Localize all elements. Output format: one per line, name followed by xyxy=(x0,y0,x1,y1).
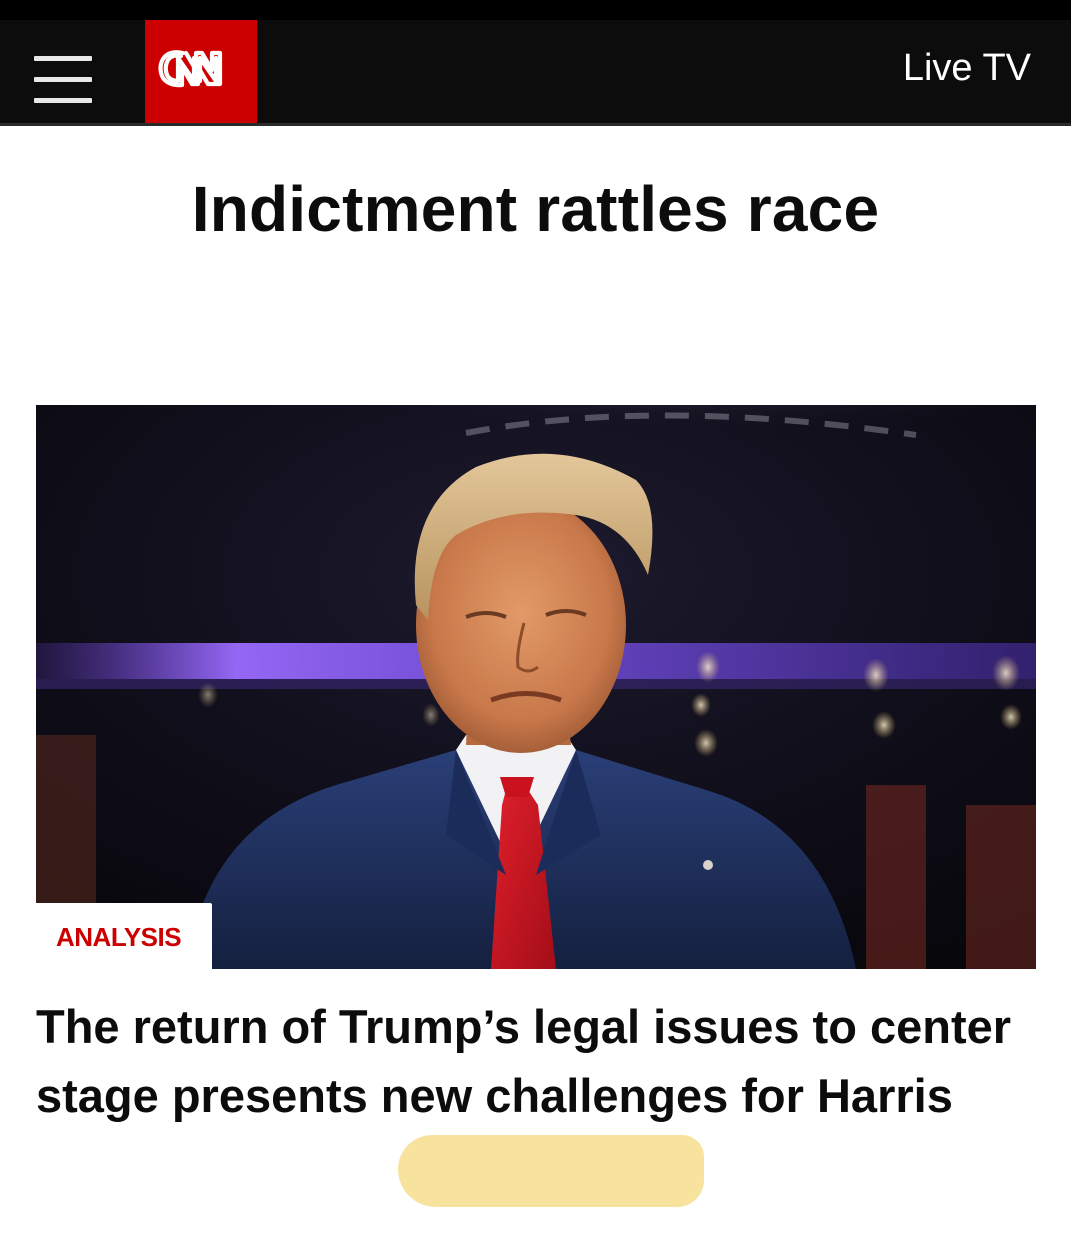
hamburger-menu-icon[interactable] xyxy=(34,54,92,106)
yellow-highlight-marker xyxy=(398,1135,704,1207)
hero-image[interactable] xyxy=(36,405,1036,969)
cnn-logo[interactable] xyxy=(145,20,257,123)
analysis-label: ANALYSIS xyxy=(36,903,212,969)
analysis-label-text: ANALYSIS xyxy=(56,922,182,952)
status-strip xyxy=(0,0,1071,20)
cnn-logo-mark xyxy=(158,50,223,88)
story-title[interactable]: The return of Trump’s legal issues to ce… xyxy=(36,992,1026,1130)
hero-photo-illustration xyxy=(36,405,1036,969)
live-tv-link[interactable]: Live TV xyxy=(903,46,1031,90)
page-headline[interactable]: Indictment rattles race xyxy=(60,150,1011,268)
